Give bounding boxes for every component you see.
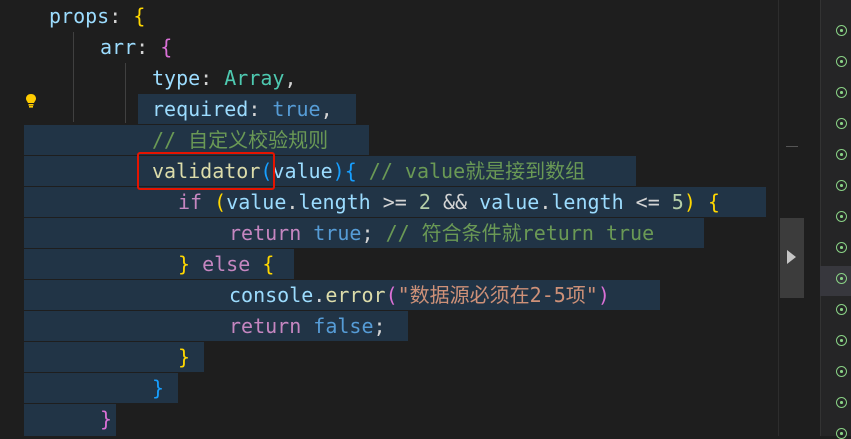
code-token: ; [373, 314, 386, 338]
lightbulb-icon[interactable] [24, 93, 38, 109]
test-circle-icon[interactable] [836, 118, 847, 129]
test-circle-icon[interactable] [836, 87, 847, 98]
test-circle-icon[interactable] [836, 56, 847, 67]
test-circle-icon[interactable] [836, 25, 847, 36]
code-token: return [229, 221, 302, 245]
code-token: arr [100, 35, 137, 59]
code-token: } [178, 345, 191, 369]
code-line: required: true, [152, 94, 333, 125]
code-line: type: Array, [152, 63, 297, 94]
code-token: length [551, 190, 624, 214]
test-circle-icon[interactable] [836, 180, 847, 191]
test-circle-icon[interactable] [836, 149, 847, 160]
code-token: } [152, 376, 165, 400]
code-token: ) [683, 190, 696, 214]
test-circle-icon[interactable] [836, 242, 847, 253]
code-token: // value就是接到数组 [368, 159, 586, 183]
indent-guide [125, 63, 126, 123]
code-token: ( [214, 190, 227, 214]
code-token: 5 [671, 190, 684, 214]
code-token: && [430, 190, 480, 214]
editor-gutter [0, 0, 24, 436]
code-line: props: { [49, 1, 145, 32]
expand-arrow-icon[interactable] [787, 250, 796, 264]
test-circle-icon[interactable] [836, 335, 847, 346]
code-line: console.error("数据源必须在2-5项") [229, 280, 610, 311]
code-line: } [178, 342, 190, 373]
code-token: true [313, 221, 362, 245]
code-token: ( [385, 283, 398, 307]
code-token: "数据源必须在2-5项" [397, 283, 598, 307]
code-token: value [479, 190, 540, 214]
code-token: . [539, 190, 552, 214]
code-token: : [200, 66, 225, 90]
code-token: if [178, 190, 203, 214]
code-line: arr: { [100, 32, 172, 63]
code-token: required [152, 97, 249, 121]
code-token: { [707, 190, 720, 214]
indent-guide [73, 32, 74, 122]
code-token: ) [597, 283, 610, 307]
code-line: } else { [178, 249, 274, 280]
code-token: >= [370, 190, 419, 214]
code-token: 2 [418, 190, 431, 214]
code-token: value [226, 190, 287, 214]
test-circle-icon[interactable] [836, 397, 847, 408]
code-token: <= [623, 190, 672, 214]
code-token: type [152, 66, 201, 90]
code-token: // 自定义校验规则 [152, 128, 329, 152]
scrollbar-marker [786, 146, 798, 147]
highlight-box [137, 152, 275, 190]
code-token: length [298, 190, 371, 214]
code-token: value [272, 159, 333, 183]
code-token: { [133, 4, 146, 28]
code-editor[interactable]: props: { arr: { type: Array, required: t… [0, 0, 778, 436]
code-token: ) [332, 159, 345, 183]
code-line: if (value.length >= 2 && value.length <=… [178, 187, 720, 218]
code-token: : [109, 4, 134, 28]
code-token: // 符合条件就return true [385, 221, 655, 245]
code-token: error [325, 283, 386, 307]
code-token: true [272, 97, 321, 121]
code-token: ; [361, 221, 374, 245]
code-token: : [136, 35, 161, 59]
test-circle-icon[interactable] [836, 211, 847, 222]
code-token: { [344, 159, 357, 183]
code-token: props [49, 4, 110, 28]
code-token: else [202, 252, 251, 276]
code-token: } [178, 252, 191, 276]
code-token: console [229, 283, 314, 307]
test-circle-icon[interactable] [836, 366, 847, 377]
test-circle-icon[interactable] [836, 428, 847, 439]
code-line: return true; // 符合条件就return true [229, 218, 654, 249]
code-token: { [262, 252, 275, 276]
code-token: , [284, 66, 297, 90]
code-token: } [100, 407, 113, 431]
code-token: return [229, 314, 302, 338]
code-token: . [313, 283, 326, 307]
code-token: . [286, 190, 299, 214]
code-line: return false; [229, 311, 386, 342]
code-token: , [320, 97, 333, 121]
code-line: } [100, 404, 112, 435]
selection-block [24, 342, 204, 372]
code-token: : [248, 97, 273, 121]
test-circle-icon[interactable] [836, 304, 847, 315]
test-circle-icon[interactable] [836, 273, 847, 284]
code-line: } [152, 373, 164, 404]
code-token: false [313, 314, 374, 338]
code-token: { [160, 35, 173, 59]
code-token: Array [224, 66, 285, 90]
